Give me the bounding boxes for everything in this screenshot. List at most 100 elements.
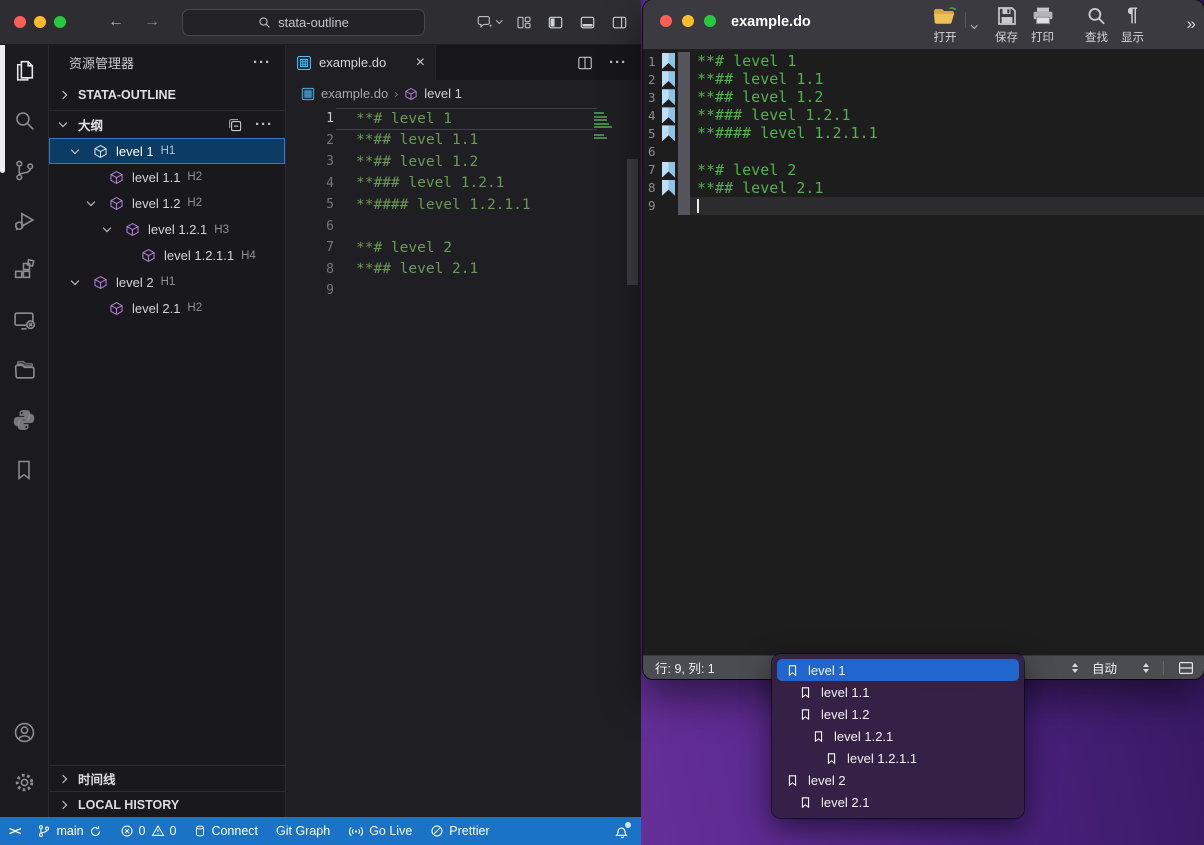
close-tab-icon[interactable]: × [416, 55, 425, 71]
minimize-window-button[interactable] [682, 15, 694, 27]
editor-line[interactable]: 8**## level 2.1 [286, 259, 641, 281]
problems-item[interactable]: 0 0 [111, 817, 186, 845]
collapse-all-icon[interactable] [227, 117, 243, 133]
customize-layout-icon[interactable] [516, 15, 532, 30]
editor-line[interactable]: 2**## level 1.1 [286, 130, 641, 152]
back-arrow-icon[interactable]: ← [108, 13, 124, 31]
bookmarks-activity-button[interactable] [0, 445, 48, 495]
editor-scrollbar[interactable] [627, 159, 638, 285]
bookmark-flag-icon [662, 180, 678, 196]
toggle-secondary-sidebar-icon[interactable] [611, 15, 628, 30]
tab-example-do[interactable]: example.do × [286, 45, 436, 80]
stata-editor-line[interactable]: 1**# level 1 [643, 52, 1204, 70]
editor-line[interactable]: 7**# level 2 [286, 237, 641, 259]
editor-more-actions-icon[interactable]: ··· [609, 54, 627, 71]
prettier-item[interactable]: Prettier [421, 817, 498, 845]
popup-item-level-1[interactable]: level 1 [772, 659, 1024, 681]
outline-item-level-1-2[interactable]: level 1.2 H2 [49, 190, 285, 216]
project-manager-activity-button[interactable] [0, 345, 48, 395]
outline-item-level-2[interactable]: level 2H1 [49, 269, 285, 295]
open-dropdown-chevron[interactable] [968, 14, 981, 32]
minimap[interactable] [594, 112, 614, 143]
stata-code-editor[interactable]: 1**# level 12**## level 1.13**## level 1… [643, 50, 1204, 655]
command-center-search[interactable]: stata-outline [182, 9, 425, 36]
minimize-window-button[interactable] [34, 16, 46, 28]
source-control-activity-button[interactable] [0, 145, 48, 195]
toolbar-overflow-icon[interactable]: » [1187, 14, 1194, 34]
editor-line[interactable]: 3**## level 1.2 [286, 151, 641, 173]
stata-editor-line[interactable]: 8**## level 2.1 [643, 179, 1204, 197]
outline-item-level-1-2-1[interactable]: level 1.2.1H3 [49, 217, 285, 243]
popup-item-level-1-2-1-1[interactable]: level 1.2.1.1 [772, 747, 1024, 769]
editor-line[interactable]: 4**### level 1.2.1 [286, 173, 641, 195]
stata-editor-line[interactable]: 2**## level 1.1 [643, 70, 1204, 88]
stata-editor-line[interactable]: 9 [643, 197, 1204, 215]
accounts-button[interactable] [0, 707, 48, 757]
open-button[interactable]: 打开 [927, 4, 963, 45]
remote-indicator[interactable]: >< [0, 817, 28, 845]
popup-item-level-1-2-1[interactable]: level 1.2.1 [772, 725, 1024, 747]
go-live-item[interactable]: Go Live [339, 817, 421, 845]
popup-item-level-1-2[interactable]: level 1.2 [772, 703, 1024, 725]
zoom-window-button[interactable] [54, 16, 66, 28]
popup-item-level-2[interactable]: level 2 [772, 769, 1024, 791]
git-graph-item[interactable]: Git Graph [267, 817, 339, 845]
stata-editor-line[interactable]: 7**# level 2 [643, 161, 1204, 179]
code-editor[interactable]: 1**# level 12**## level 1.13**## level 1… [286, 107, 641, 817]
split-horizontal-icon[interactable] [1178, 661, 1194, 675]
remote-explorer-activity-button[interactable] [0, 295, 48, 345]
stata-editor-line[interactable]: 6 [643, 142, 1204, 160]
stata-editor-line[interactable]: 5**#### level 1.2.1.1 [643, 124, 1204, 142]
copilot-chat-button[interactable] [476, 15, 502, 30]
toggle-panel-icon[interactable] [579, 15, 596, 30]
timeline-section-header[interactable]: 时间线 [49, 765, 285, 791]
close-window-button[interactable] [660, 15, 672, 27]
workspace-section-header[interactable]: STATA-OUTLINE [49, 80, 285, 110]
editor-line[interactable]: 9 [286, 280, 641, 302]
breadcrumb-symbol[interactable]: level 1 [424, 86, 462, 101]
outline-section-header[interactable]: 大纲 ··· [49, 110, 285, 138]
local-history-section-header[interactable]: LOCAL HISTORY [49, 791, 285, 817]
notifications-item[interactable] [605, 817, 641, 845]
outline-item-label: level 1.2 [132, 196, 180, 211]
outline-more-actions-icon[interactable]: ··· [255, 116, 273, 133]
split-editor-icon[interactable] [577, 55, 593, 71]
show-button[interactable]: ¶ 显示 [1115, 4, 1151, 45]
explorer-activity-button[interactable] [0, 45, 48, 95]
git-branch-item[interactable]: main [28, 817, 110, 845]
search-activity-button[interactable] [0, 95, 48, 145]
toggle-primary-sidebar-icon[interactable] [547, 15, 564, 30]
popup-item-level-2-1[interactable]: level 2.1 [772, 791, 1024, 813]
symbol-icon [109, 170, 124, 185]
connect-item[interactable]: Connect [185, 817, 267, 845]
breadcrumb-file[interactable]: example.do [321, 86, 388, 101]
editor-line[interactable]: 6 [286, 216, 641, 238]
heading-level-badge: H2 [187, 197, 202, 209]
print-button[interactable]: 打印 [1025, 4, 1061, 45]
bookmark-flag [662, 125, 675, 141]
forward-arrow-icon[interactable]: → [144, 13, 160, 31]
outline-item-level-1-2-1-1[interactable]: level 1.2.1.1H4 [49, 243, 285, 269]
stata-editor-line[interactable]: 3**## level 1.2 [643, 88, 1204, 106]
settings-button[interactable] [0, 757, 48, 807]
editor-line[interactable]: 5**#### level 1.2.1.1 [286, 194, 641, 216]
extensions-activity-button[interactable] [0, 245, 48, 295]
find-button[interactable]: 查找 [1079, 4, 1115, 45]
outline-item-level-1-1[interactable]: level 1.1H2 [49, 164, 285, 190]
outline-item-level-2-1[interactable]: level 2.1H2 [49, 295, 285, 321]
minimap-line [594, 137, 607, 139]
stata-editor-line[interactable]: 4**### level 1.2.1 [643, 106, 1204, 124]
close-window-button[interactable] [14, 16, 26, 28]
zoom-window-button[interactable] [704, 15, 716, 27]
python-activity-button[interactable] [0, 395, 48, 445]
editor-line[interactable]: 1**# level 1 [286, 108, 641, 130]
encoding-dropdown[interactable]: 自动 [1092, 658, 1149, 677]
outline-item-label: level 2 [116, 275, 154, 290]
chevron-down-icon [59, 119, 67, 127]
explorer-more-actions-icon[interactable]: ··· [253, 54, 271, 71]
language-stepper[interactable] [1072, 663, 1078, 673]
run-debug-activity-button[interactable] [0, 195, 48, 245]
save-button[interactable]: 保存 [989, 4, 1025, 45]
outline-item-level-1[interactable]: level 1H1 [49, 138, 285, 164]
popup-item-level-1-1[interactable]: level 1.1 [772, 681, 1024, 703]
